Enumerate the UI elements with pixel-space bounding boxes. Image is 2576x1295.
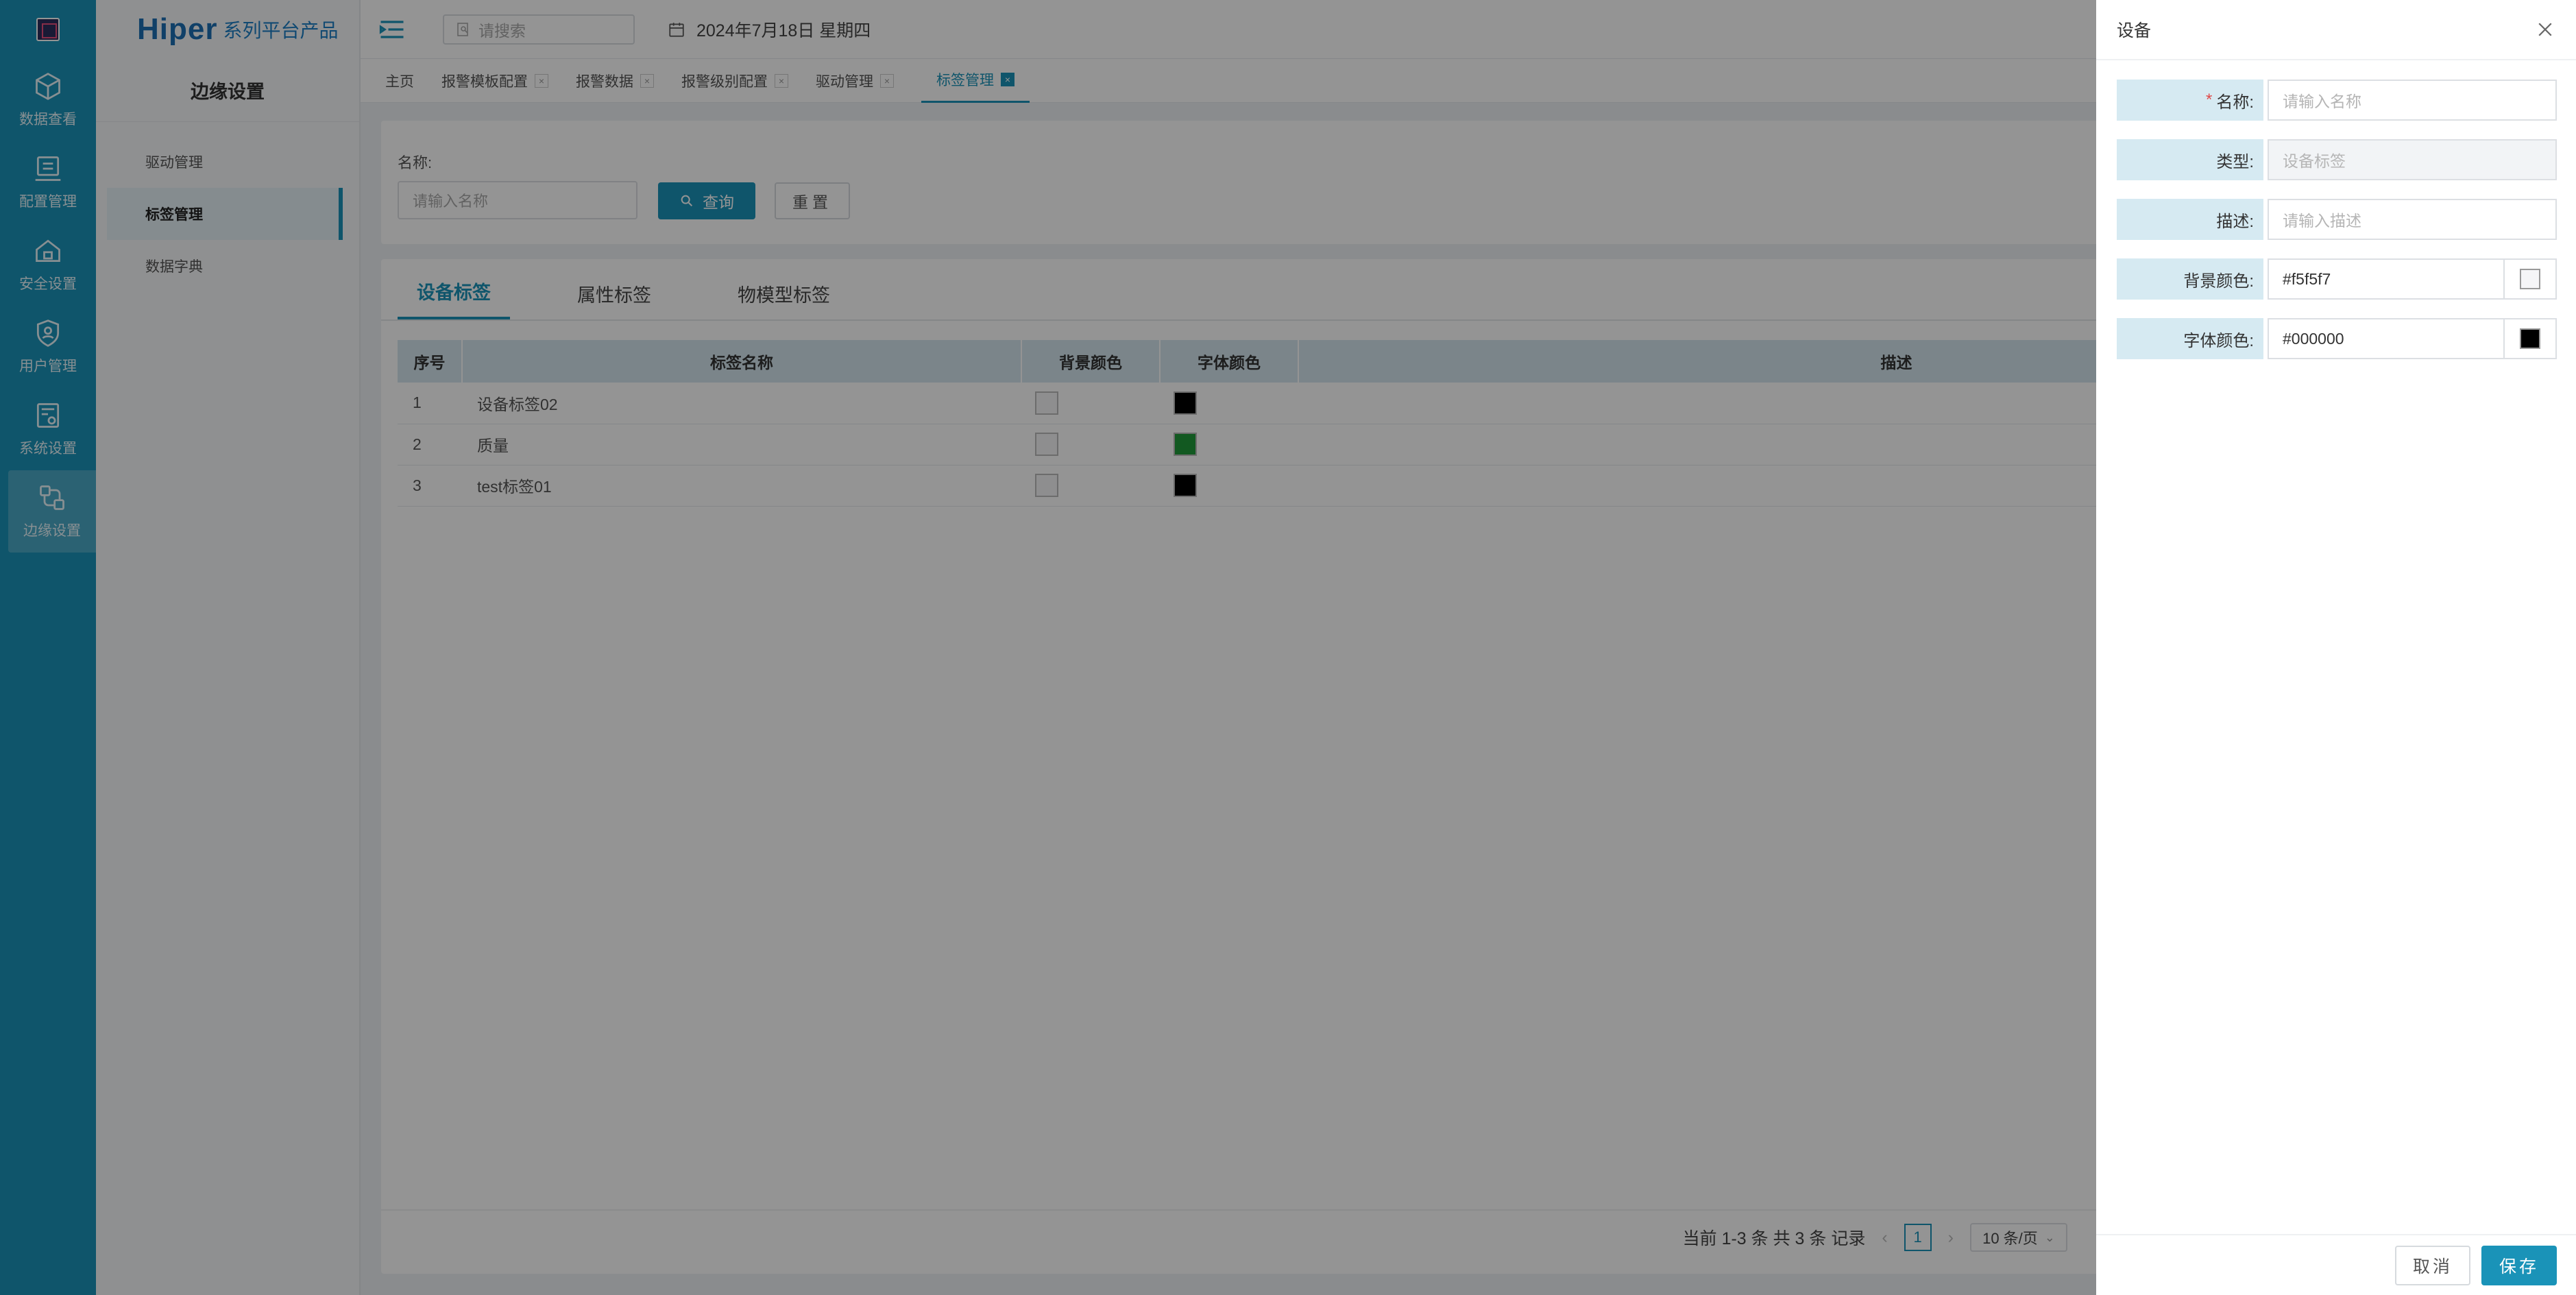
font-color-picker[interactable] bbox=[2503, 319, 2555, 358]
required-mark: * bbox=[2205, 90, 2213, 109]
field-font-color: 字体颜色: #000000 bbox=[2117, 318, 2557, 359]
drawer-footer: 取消 保存 bbox=[2096, 1234, 2576, 1295]
name-input[interactable]: 请输入名称 bbox=[2268, 80, 2557, 121]
type-input: 设备标签 bbox=[2268, 139, 2557, 180]
field-label-text: 名称: bbox=[2216, 93, 2254, 112]
field-label: * 名称: bbox=[2117, 80, 2263, 121]
field-label: 描述: bbox=[2117, 199, 2263, 240]
field-description: 描述: 请输入描述 bbox=[2117, 199, 2557, 240]
bg-color-input[interactable]: #f5f5f7 bbox=[2268, 258, 2557, 300]
drawer-title: 设备 bbox=[2117, 21, 2152, 40]
description-input[interactable]: 请输入描述 bbox=[2268, 199, 2557, 240]
field-label: 类型: bbox=[2117, 139, 2263, 180]
field-name: * 名称: 请输入名称 bbox=[2117, 80, 2557, 121]
cancel-button[interactable]: 取消 bbox=[2395, 1245, 2470, 1285]
field-type: 类型: 设备标签 bbox=[2117, 139, 2557, 180]
close-icon[interactable] bbox=[2535, 19, 2555, 40]
bg-color-picker-swatch bbox=[2520, 269, 2540, 289]
field-label: 字体颜色: bbox=[2117, 318, 2263, 359]
field-bg-color: 背景颜色: #f5f5f7 bbox=[2117, 258, 2557, 300]
description-placeholder: 请输入描述 bbox=[2283, 212, 2361, 230]
font-color-value: #000000 bbox=[2283, 329, 2344, 348]
bg-color-value: #f5f5f7 bbox=[2283, 269, 2331, 288]
bg-color-picker[interactable] bbox=[2503, 260, 2555, 298]
font-color-input[interactable]: #000000 bbox=[2268, 318, 2557, 359]
name-placeholder: 请输入名称 bbox=[2283, 93, 2361, 110]
type-placeholder: 设备标签 bbox=[2283, 152, 2346, 170]
field-label: 背景颜色: bbox=[2117, 258, 2263, 300]
drawer-header: 设备 bbox=[2096, 0, 2576, 60]
font-color-picker-swatch bbox=[2520, 328, 2540, 349]
save-button[interactable]: 保存 bbox=[2481, 1245, 2557, 1285]
device-tag-drawer: 设备 * 名称: 请输入名称 类型: 设备标签 描述: 请输入描述 背景颜色: #… bbox=[2096, 0, 2576, 1295]
